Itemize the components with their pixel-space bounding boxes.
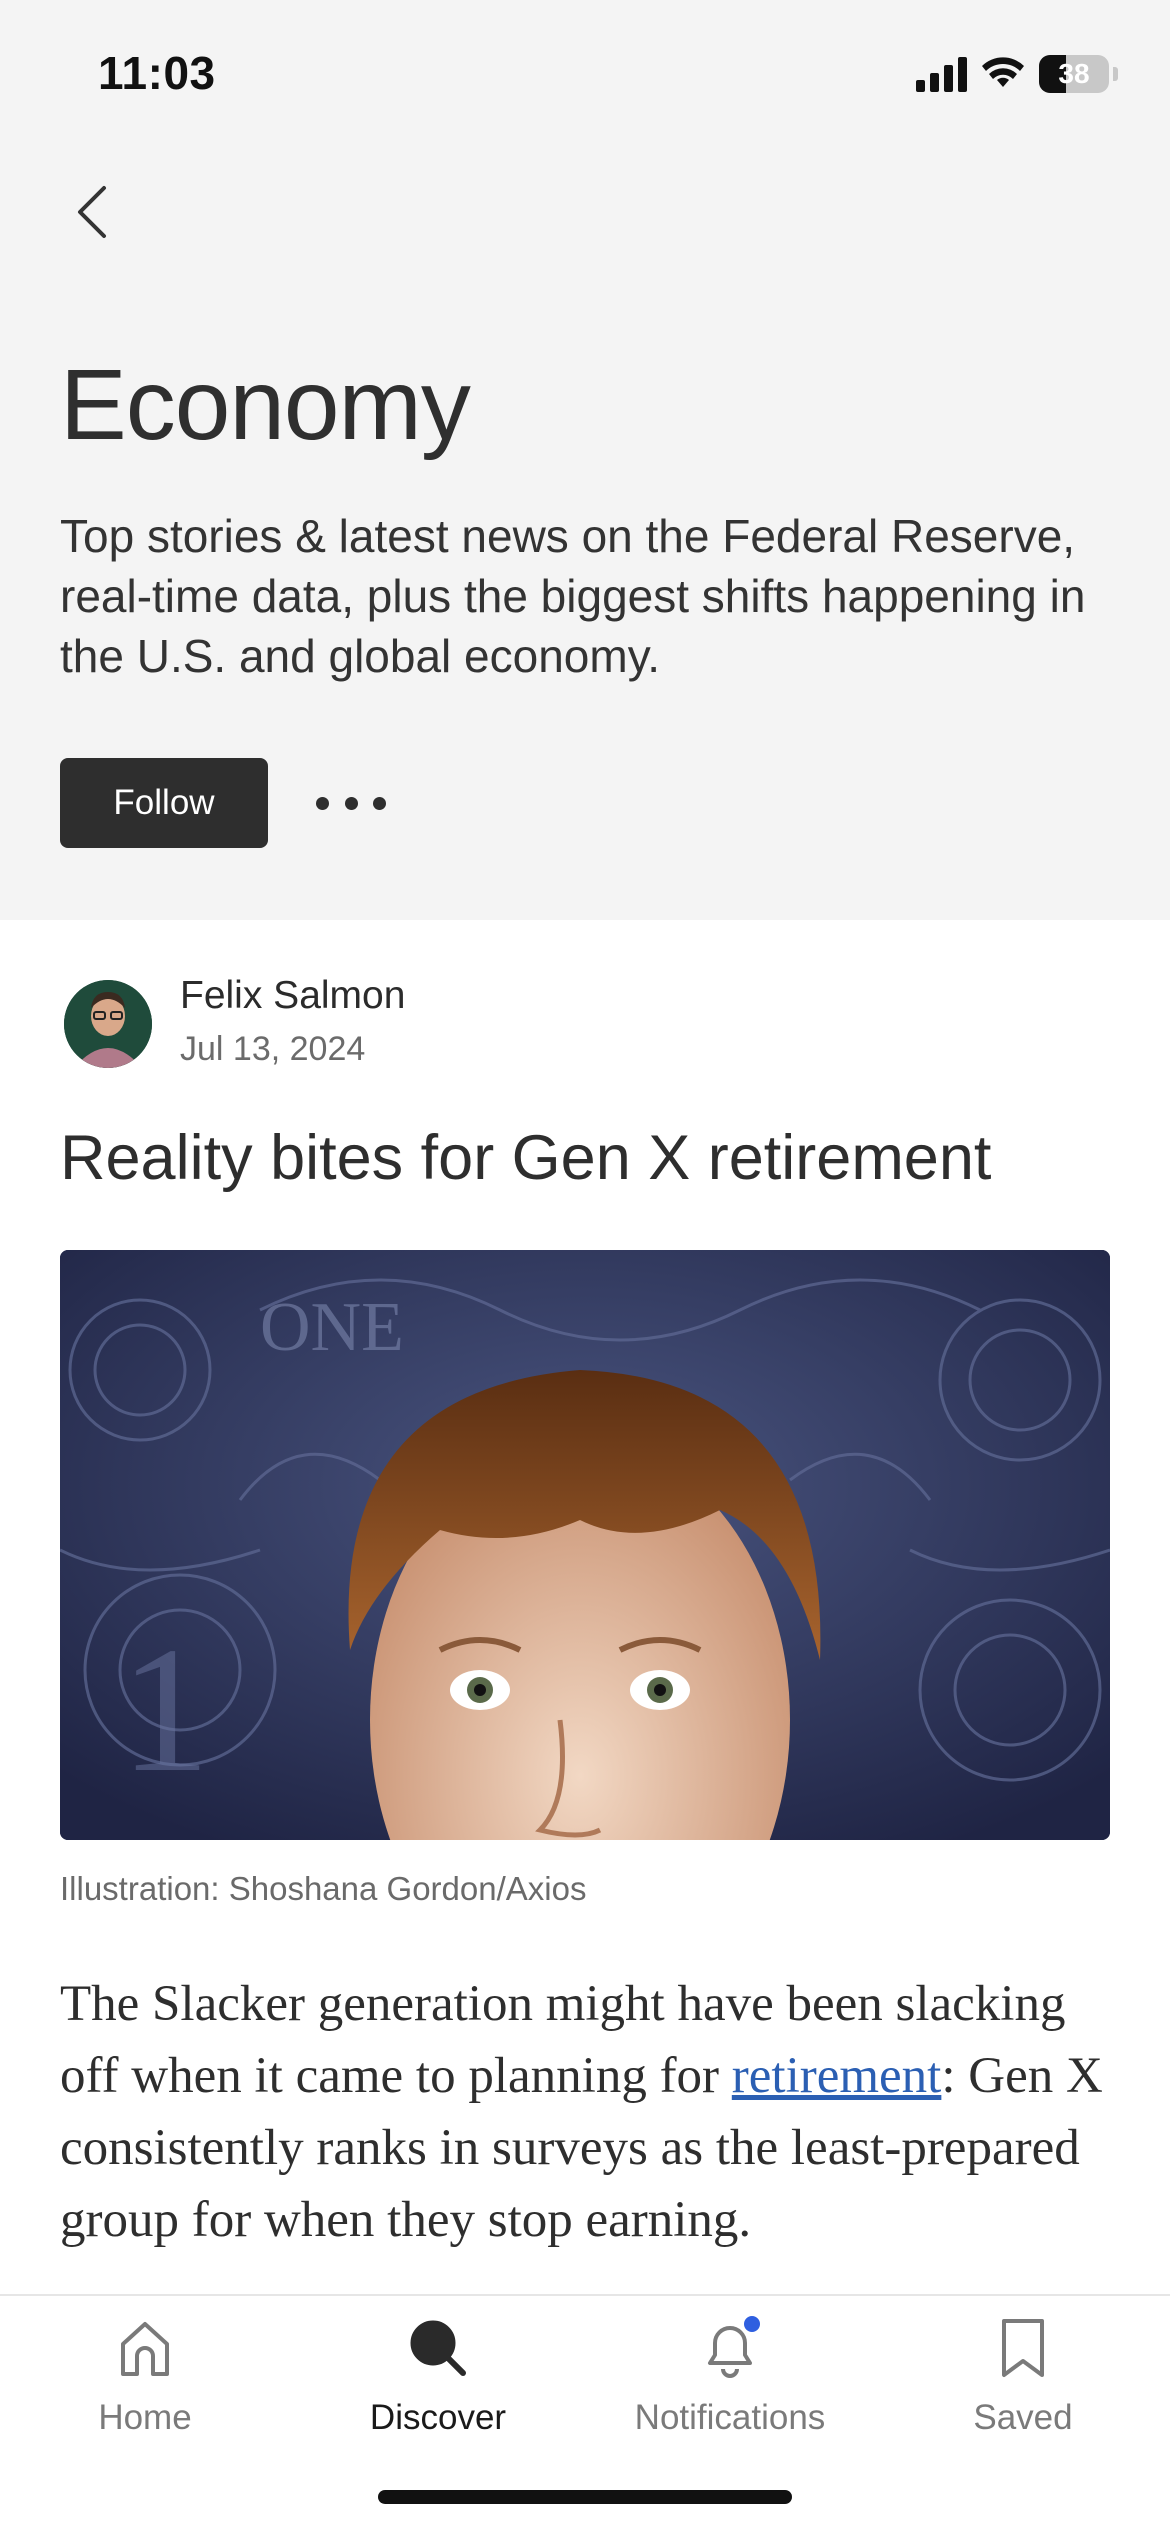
tab-home-label: Home bbox=[98, 2398, 192, 2437]
article-headline[interactable]: Reality bites for Gen X retirement bbox=[60, 1122, 1120, 1194]
notification-dot bbox=[744, 2316, 760, 2332]
home-indicator bbox=[378, 2490, 792, 2504]
article-body: The Slacker generation might have been s… bbox=[60, 1968, 1120, 2256]
home-icon bbox=[113, 2316, 177, 2380]
author-name[interactable]: Felix Salmon bbox=[180, 974, 405, 1018]
more-options-button[interactable] bbox=[316, 790, 386, 816]
cellular-signal-icon bbox=[916, 56, 967, 92]
topic-description: Top stories & latest news on the Federal… bbox=[60, 510, 1086, 682]
article-hero-image[interactable]: ONE 1 bbox=[60, 1250, 1110, 1840]
more-horizontal-icon bbox=[316, 796, 329, 810]
retirement-link[interactable]: retirement bbox=[732, 2048, 942, 2104]
tab-notifications[interactable]: Notifications bbox=[600, 2316, 860, 2438]
image-caption: Illustration: Shoshana Gordon/Axios bbox=[60, 1870, 587, 1907]
tab-discover-label: Discover bbox=[369, 2398, 507, 2437]
tab-saved-label: Saved bbox=[973, 2398, 1073, 2437]
tab-notifications-label: Notifications bbox=[634, 2398, 826, 2437]
article-date: Jul 13, 2024 bbox=[180, 1030, 366, 1068]
tab-discover[interactable]: Discover bbox=[308, 2316, 568, 2438]
follow-button[interactable]: Follow bbox=[60, 758, 268, 848]
battery-percentage: 38 bbox=[1058, 58, 1090, 89]
bookmark-icon bbox=[991, 2316, 1055, 2380]
tab-saved[interactable]: Saved bbox=[893, 2316, 1153, 2438]
status-icons: 38 bbox=[916, 52, 1118, 96]
status-time: 11:03 bbox=[98, 47, 216, 99]
back-button[interactable] bbox=[62, 180, 122, 244]
svg-text:ONE: ONE bbox=[260, 1289, 404, 1366]
tab-home[interactable]: Home bbox=[15, 2316, 275, 2438]
author-avatar[interactable] bbox=[64, 980, 152, 1068]
wifi-icon bbox=[982, 57, 1024, 87]
bell-icon bbox=[698, 2316, 762, 2380]
topic-header: 11:03 38 Economy Top stories & latest ne… bbox=[0, 0, 1170, 920]
chevron-left-icon bbox=[78, 186, 106, 238]
svg-text:1: 1 bbox=[120, 1610, 210, 1809]
battery-icon: 38 bbox=[1039, 55, 1109, 93]
page-title: Economy bbox=[60, 349, 471, 461]
search-icon bbox=[406, 2316, 470, 2380]
